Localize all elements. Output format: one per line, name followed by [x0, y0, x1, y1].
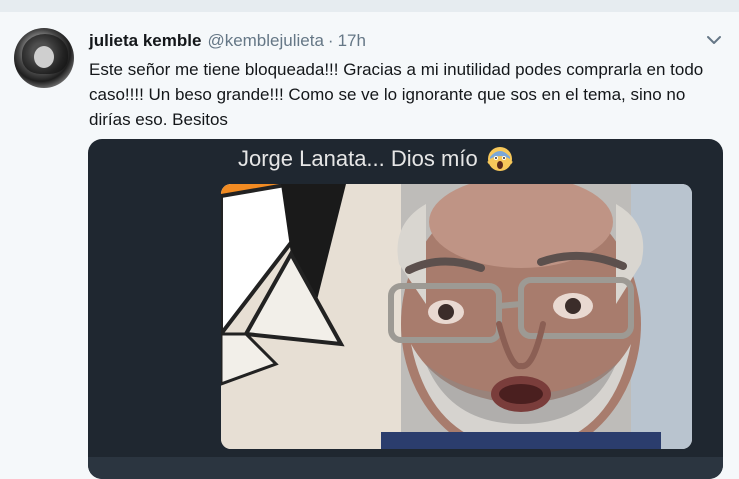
- separator-dot: ·: [327, 31, 334, 50]
- timestamp[interactable]: 17h: [338, 31, 366, 51]
- media-caption: Jorge Lanata... Dios mío: [238, 146, 478, 171]
- avatar[interactable]: [14, 28, 74, 88]
- tweet-menu-button[interactable]: [704, 30, 724, 50]
- media-caption-row: Jorge Lanata... Dios mío: [238, 145, 514, 173]
- media-photo: [221, 184, 692, 449]
- username[interactable]: @kemblejulieta: [207, 31, 323, 51]
- tweet-card[interactable]: julieta kemble @kemblejulieta · 17h Este…: [0, 12, 739, 479]
- photo-illustration: [221, 184, 692, 449]
- tweet-text: Este señor me tiene bloqueada!!! Gracias…: [89, 60, 704, 129]
- avatar-face: [34, 46, 54, 68]
- chevron-down-icon: [707, 36, 721, 44]
- display-name[interactable]: julieta kemble: [89, 31, 201, 51]
- tweet-media[interactable]: Jorge Lanata... Dios mío: [88, 139, 723, 479]
- top-divider: [0, 0, 739, 12]
- media-lower-strip: [88, 457, 723, 479]
- screaming-face-icon: [486, 145, 514, 173]
- tweet-header: julieta kemble @kemblejulieta · 17h: [89, 29, 366, 53]
